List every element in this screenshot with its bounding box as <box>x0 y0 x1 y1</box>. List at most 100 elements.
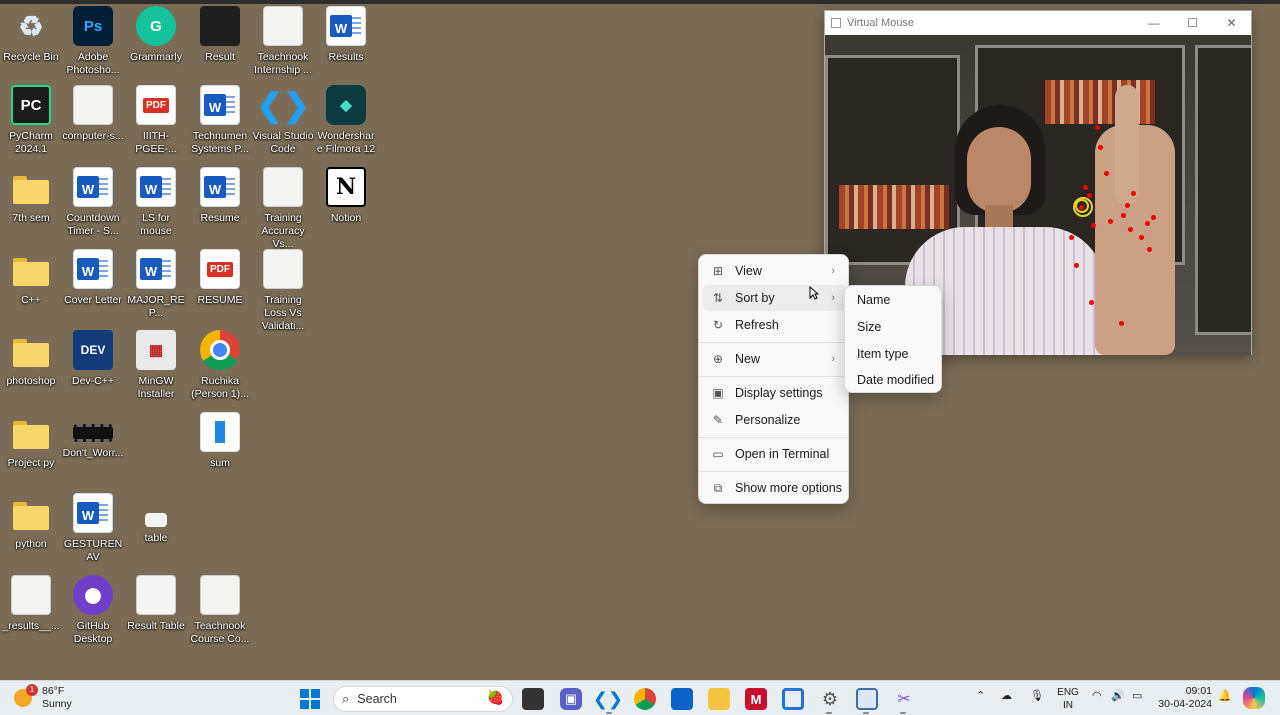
close-button[interactable]: ✕ <box>1212 16 1251 30</box>
running-indicator <box>863 712 869 714</box>
desktop-icon-gesturenav[interactable]: W GESTURENAV <box>62 493 124 564</box>
landmark-dot <box>1119 321 1124 326</box>
desktop-icon-github-desktop[interactable]: ⬤ GitHub Desktop <box>62 575 124 646</box>
microphone-icon[interactable]: 🎙 <box>1030 689 1044 702</box>
sort-option-item-type[interactable]: Item type <box>849 342 938 366</box>
folder-icon <box>11 249 51 289</box>
bookshelf <box>1195 45 1251 335</box>
battery-icon[interactable]: ▭ <box>1132 689 1142 702</box>
chevron-up-icon[interactable]: ⌃ <box>976 689 985 702</box>
weather-widget[interactable]: 1 86°F Sunny <box>14 684 72 711</box>
landmark-dot <box>1147 247 1152 252</box>
desktop-icon-cpp[interactable]: C++ <box>0 249 62 307</box>
menu-item-label: Refresh <box>735 318 779 332</box>
menu-item-personalize[interactable]: ✎ Personalize <box>703 407 845 433</box>
menu-item-view[interactable]: ⊞ View › <box>703 258 845 284</box>
start-button[interactable] <box>299 688 321 710</box>
desktop-icon-chrome-ruchika[interactable]: Ruchika (Person 1)... <box>189 330 251 401</box>
menu-item-display-settings[interactable]: ▣ Display settings <box>703 380 845 406</box>
sun-icon: 1 <box>14 684 38 707</box>
icon-label: MAJOR_REP... <box>127 294 185 319</box>
desktop-icon-project-py[interactable]: Project py <box>0 412 62 470</box>
sort-option-name[interactable]: Name <box>849 288 938 312</box>
clock[interactable]: 09:01 30-04-2024 <box>1156 685 1212 711</box>
desktop-icon-photoshop[interactable]: Ps Adobe Photosho... <box>62 6 124 77</box>
desktop-icon-cover-letter[interactable]: W Cover Letter <box>62 249 124 307</box>
mcafee-icon[interactable]: M <box>745 688 767 710</box>
desktop-icon-resume-pdf[interactable]: PDF RESUME <box>189 249 251 307</box>
menu-item-sort-by[interactable]: ⇅ Sort by › <box>703 285 845 311</box>
app-icon <box>831 18 841 28</box>
wifi-icon[interactable]: ◠ <box>1092 689 1102 702</box>
desktop-icon-result[interactable]: Result <box>189 6 251 64</box>
copilot-icon[interactable] <box>1243 687 1265 709</box>
desktop-icon-mingw[interactable]: ▦ MinGW Installer <box>125 330 187 401</box>
menu-item-new[interactable]: ⊕ New › <box>703 346 845 372</box>
desktop-icon-notion[interactable]: N Notion <box>315 167 377 225</box>
landmark-dot <box>1074 263 1079 268</box>
desktop-icon-python[interactable]: python <box>0 493 62 551</box>
desktop-icon-results-file[interactable]: _results__... <box>0 575 62 633</box>
language-code: ENG <box>1057 687 1079 698</box>
chrome-taskbar-icon[interactable] <box>634 688 656 710</box>
window-titlebar[interactable]: Virtual Mouse — ☐ ✕ <box>825 11 1251 35</box>
mingw-icon: ▦ <box>136 330 176 370</box>
desktop-icon-devcpp[interactable]: DEV Dev-C++ <box>62 330 124 388</box>
desktop-icon-sum[interactable]: sum <box>189 412 251 470</box>
desktop-icon-teachnook-internship[interactable]: Teachnook Internship ... <box>252 6 314 77</box>
desktop-icon-resume[interactable]: W Resume <box>189 167 251 225</box>
landmark-dot <box>1069 235 1074 240</box>
taskbar: 1 86°F Sunny ⌕ Search 🍓 ▣ ❮❯ M ⚙ ✂ ⌃ ☁ 🎙… <box>0 680 1280 715</box>
menu-item-refresh[interactable]: ↻ Refresh <box>703 312 845 338</box>
maximize-button[interactable]: ☐ <box>1173 16 1212 30</box>
desktop-icon-table[interactable]: table <box>125 493 187 545</box>
date: 30-04-2024 <box>1158 698 1212 710</box>
task-view-icon[interactable] <box>522 688 544 710</box>
desktop-icon-recycle-bin[interactable]: ♻ Recycle Bin <box>0 6 62 64</box>
notification-bell-icon[interactable]: 🔔 <box>1218 689 1232 702</box>
minimize-button[interactable]: — <box>1134 16 1173 30</box>
pen-icon: ✎ <box>712 413 724 427</box>
desktop-icon-major-rep[interactable]: W MAJOR_REP... <box>125 249 187 320</box>
taskbar-search[interactable]: ⌕ Search 🍓 <box>333 686 513 712</box>
desktop-icon-grammarly[interactable]: G Grammarly <box>125 6 187 64</box>
desktop-icon-countdown-timer[interactable]: W Countdown Timer - S... <box>62 167 124 238</box>
time: 09:01 <box>1185 685 1212 697</box>
word-document-icon: W <box>73 167 113 207</box>
desktop-icon-training-accuracy[interactable]: Training Accuracy Vs... <box>252 167 314 251</box>
desktop-icon-result-table[interactable]: Result Table <box>125 575 187 633</box>
desktop-icon-filmora[interactable]: ◆ Wondershare Filmora 12 <box>315 85 377 156</box>
app-icon[interactable] <box>782 688 804 710</box>
icon-label: table <box>144 532 168 544</box>
python-window-icon[interactable] <box>856 688 878 710</box>
icon-label: LS for mouse <box>140 212 172 237</box>
sort-option-date-modified[interactable]: Date modified <box>849 368 938 392</box>
desktop-icon-iiith-pgee[interactable]: PDF IIITH-PGEE-... <box>125 85 187 156</box>
desktop-icon-vscode[interactable]: ❮❯ Visual Studio Code <box>252 85 314 156</box>
snipping-tool-icon[interactable]: ✂ <box>893 688 915 710</box>
desktop-icon-teachnook-course[interactable]: Teachnook Course Co... <box>189 575 251 646</box>
menu-item-show-more-options[interactable]: ⧉ Show more options <box>703 475 845 501</box>
desktop-icon-7th-sem[interactable]: 7th sem <box>0 167 62 225</box>
menu-item-open-terminal[interactable]: ▭ Open in Terminal <box>703 441 845 467</box>
sort-option-size[interactable]: Size <box>849 315 938 339</box>
desktop-icon-training-loss[interactable]: Training Loss Vs Validati... <box>252 249 314 333</box>
desktop-icon-dont-worry[interactable]: Don't_Worr... <box>62 412 124 460</box>
vscode-taskbar-icon[interactable]: ❮❯ <box>593 688 623 710</box>
desktop-icon-technumen[interactable]: W Technumen Systems P... <box>189 85 251 156</box>
desktop-icon-ls-for-mouse[interactable]: W LS for mouse <box>125 167 187 238</box>
settings-gear-icon[interactable]: ⚙ <box>819 688 841 710</box>
sort-by-submenu: Name Size Item type Date modified <box>844 285 942 393</box>
store-icon[interactable] <box>671 688 693 710</box>
desktop-icon-pycharm[interactable]: PC PyCharm 2024.1 <box>0 85 62 156</box>
language-indicator[interactable]: ENG IN <box>1056 686 1080 712</box>
icon-label: Recycle Bin <box>3 51 59 63</box>
desktop-icon-photoshop-folder[interactable]: photoshop <box>0 330 62 388</box>
teams-chat-icon[interactable]: ▣ <box>560 688 582 710</box>
icon-label: _results__... <box>2 620 60 632</box>
desktop-icon-results[interactable]: W Results <box>315 6 377 64</box>
desktop-icon-computer-s[interactable]: computer-s... <box>62 85 124 143</box>
cloud-icon[interactable]: ☁ <box>1001 689 1012 702</box>
file-explorer-icon[interactable] <box>708 688 730 710</box>
volume-icon[interactable]: 🔊 <box>1111 689 1125 702</box>
